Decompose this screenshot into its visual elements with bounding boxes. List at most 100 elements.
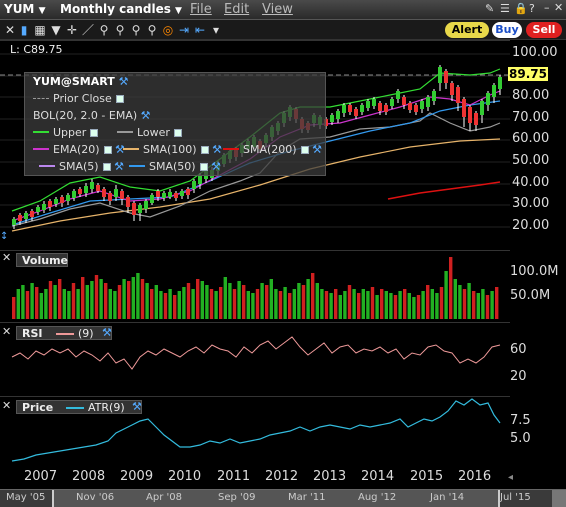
volume-bar	[449, 257, 453, 319]
volume-bar	[99, 279, 103, 319]
zoom-out-icon[interactable]: ⚲	[96, 22, 112, 38]
x-tick: 2008	[72, 469, 106, 484]
symbol-selector[interactable]: YUM ▼	[4, 2, 45, 16]
volume-bar	[246, 291, 250, 319]
volume-bar	[168, 289, 172, 319]
compress-icon[interactable]: ⇥	[176, 22, 192, 38]
wrench-icon[interactable]: ✎	[485, 2, 494, 15]
navigator-scroll-handle[interactable]	[552, 490, 566, 507]
y-tick: 5.0	[510, 431, 531, 446]
volume-bar	[58, 279, 62, 319]
checkbox[interactable]	[300, 146, 309, 154]
volume-bar	[122, 279, 126, 319]
crosshair-icon[interactable]: ✛	[64, 22, 80, 38]
nav-label: Apr '08	[146, 492, 182, 503]
scroll-end-icon[interactable]: ◂	[508, 472, 513, 483]
legend-sma200: SMA(200)	[243, 143, 297, 156]
nav-label: Jul '15	[500, 492, 531, 503]
checkbox[interactable]	[102, 163, 111, 171]
volume-bar	[357, 293, 361, 319]
volume-bar	[81, 277, 85, 319]
close-icon[interactable]: ✕	[554, 1, 563, 14]
y-tick: 30.00	[512, 196, 550, 211]
volume-bar	[104, 283, 108, 319]
rsi-line	[11, 336, 501, 370]
magnifier-icon[interactable]: ⚲	[128, 22, 144, 38]
buy-button[interactable]: Buy	[492, 22, 522, 38]
volume-bar	[453, 279, 457, 319]
volume-bar	[237, 281, 241, 319]
indicator-legend[interactable]: YUM@SMART ⚒ Prior Close BOL(20, 2.0 - EM…	[24, 72, 326, 176]
menu-file[interactable]: File	[190, 2, 212, 17]
volume-bar	[338, 295, 342, 319]
y-tick: 40.00	[512, 175, 550, 190]
volume-bar	[361, 289, 365, 319]
nav-label: Sep '09	[218, 492, 256, 503]
x-tick: 2014	[361, 469, 395, 484]
volume-bar	[370, 287, 375, 319]
help-icon[interactable]: ?	[529, 2, 535, 15]
chevron-down-icon[interactable]: ▼	[48, 22, 64, 38]
zoom-reset-icon[interactable]: ⚲	[144, 22, 160, 38]
atr-panel[interactable]: ✕ Price ATR(9) ⚒	[0, 396, 510, 468]
period-selector[interactable]: Monthly candles ▼	[60, 2, 182, 16]
volume-bar	[334, 289, 338, 319]
legend-title: YUM@SMART	[33, 75, 115, 88]
volume-bar	[426, 285, 430, 319]
menu-edit[interactable]: Edit	[224, 2, 249, 17]
volume-bar	[12, 297, 16, 319]
volume-bar	[352, 289, 356, 319]
y-tick: 60.00	[512, 131, 550, 146]
expand-left-icon[interactable]: ↕	[0, 231, 8, 242]
sell-button[interactable]: Sell	[526, 22, 562, 38]
settings-icon[interactable]: ⚒	[114, 160, 124, 173]
x-tick: 2015	[410, 469, 444, 484]
volume-y-axis: 100.0M 50.0M	[510, 250, 566, 322]
volume-bar	[85, 285, 89, 319]
atr-y-axis: 7.5 5.0	[510, 396, 566, 468]
volume-panel[interactable]: ✕ Volume	[0, 250, 510, 322]
settings-icon[interactable]: ⚒	[212, 143, 222, 156]
menu-icon[interactable]: ☰	[500, 2, 510, 15]
volume-bar	[444, 271, 448, 319]
checkbox[interactable]	[200, 146, 209, 154]
nav-label: Aug '12	[358, 492, 397, 503]
volume-bar	[177, 291, 181, 319]
volume-bar	[209, 289, 214, 319]
target-icon[interactable]: ◎	[160, 22, 176, 38]
alert-button[interactable]: Alert	[445, 22, 489, 38]
chevron-down-icon[interactable]: ▾	[208, 22, 224, 38]
settings-icon[interactable]: ⚒	[211, 160, 221, 173]
layout-grid-icon[interactable]: ▦	[32, 22, 48, 38]
y-tick: 7.5	[510, 413, 531, 428]
menu-view[interactable]: View	[262, 2, 293, 17]
current-price-tag: 89.75	[508, 67, 548, 81]
minimize-icon[interactable]: –	[544, 1, 550, 14]
volume-bar	[90, 281, 94, 319]
volume-bar	[182, 287, 186, 319]
expand-icon[interactable]: ⇤	[192, 22, 208, 38]
volume-bar	[278, 291, 283, 319]
x-tick: 2016	[458, 469, 492, 484]
volume-bar	[485, 295, 490, 319]
volume-bar	[458, 285, 462, 319]
timeline-navigator[interactable]: May '05 Nov '06 Apr '08 Sep '09 Mar '11 …	[0, 489, 566, 507]
settings-icon[interactable]: ⚒	[141, 109, 151, 122]
checkbox[interactable]	[173, 129, 182, 137]
volume-bar	[196, 279, 200, 319]
candlestick-icon[interactable]: ▮	[16, 22, 32, 38]
nav-label: Nov '06	[76, 492, 115, 503]
checkbox[interactable]	[90, 129, 99, 137]
volume-bar	[476, 293, 480, 319]
volume-bar	[251, 293, 255, 319]
lock-icon[interactable]: 🔒	[514, 2, 528, 15]
settings-icon[interactable]: ⚒	[312, 143, 322, 156]
checkbox[interactable]	[199, 163, 208, 171]
checkbox[interactable]	[115, 95, 124, 103]
checkbox[interactable]	[103, 146, 112, 154]
settings-icon[interactable]: ⚒	[119, 75, 129, 88]
draw-line-icon[interactable]: ／	[80, 22, 96, 38]
volume-bar	[421, 291, 425, 319]
rsi-panel[interactable]: ✕ RSI (9) ⚒	[0, 322, 510, 394]
zoom-in-icon[interactable]: ⚲	[112, 22, 128, 38]
